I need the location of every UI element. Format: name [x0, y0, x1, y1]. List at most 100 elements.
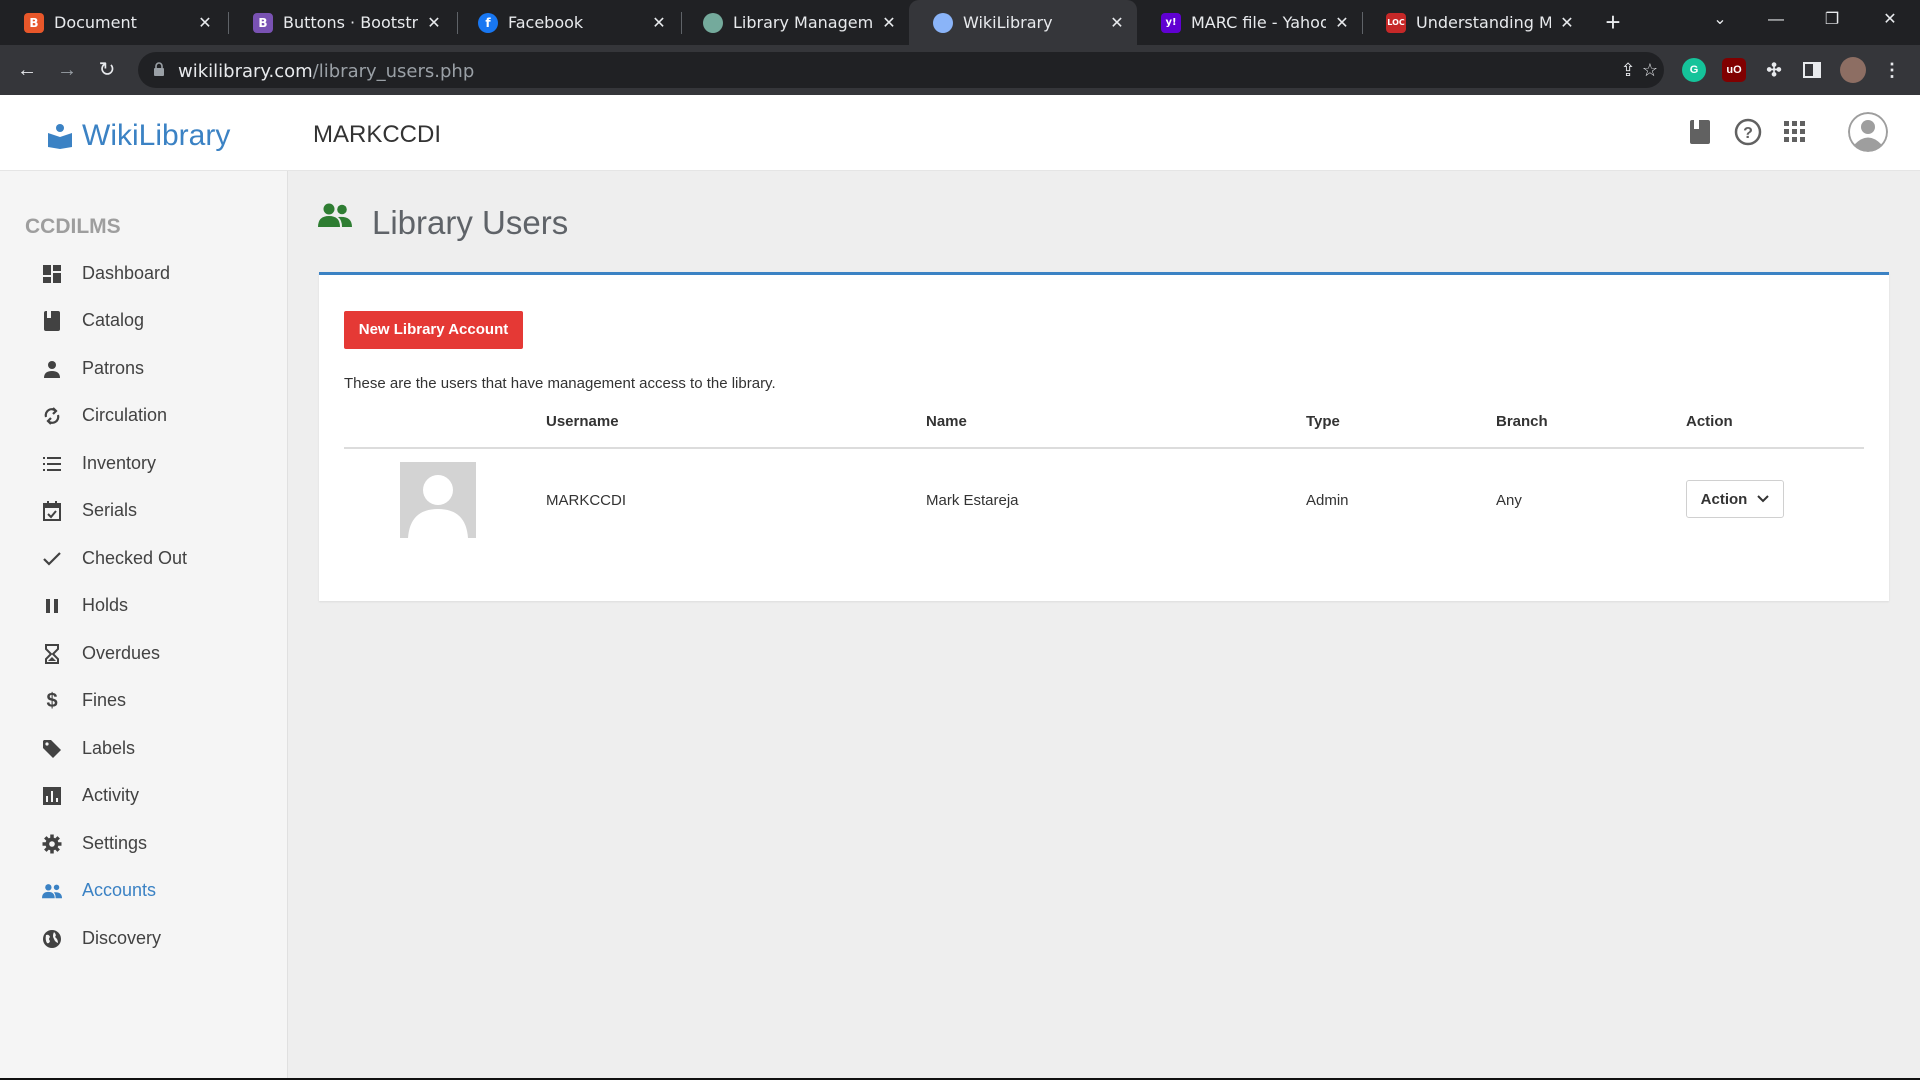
bookmark-star-icon[interactable]: ☆ [1640, 60, 1660, 80]
tab-label: MARC file - Yahoo Se [1191, 13, 1326, 32]
browser-tab[interactable]: Library Management ✕ [679, 0, 909, 45]
close-icon[interactable]: ✕ [197, 13, 213, 32]
sidebar-item-serials[interactable]: Serials [0, 491, 288, 531]
new-tab-plus-icon[interactable]: + [1597, 6, 1629, 38]
sidebar-item-checked-out[interactable]: Checked Out [0, 539, 288, 579]
account-name-title: MARKCCDI [313, 121, 442, 148]
window-close-icon[interactable]: ✕ [1862, 0, 1918, 45]
book-icon[interactable] [1685, 117, 1715, 147]
close-icon[interactable]: ✕ [1334, 13, 1350, 32]
brand-logo[interactable]: WikiLibrary [46, 119, 230, 153]
sidebar-item-activity[interactable]: Activity [0, 776, 288, 816]
sidebar-item-labels[interactable]: Labels [0, 729, 288, 769]
sync-icon [42, 406, 62, 426]
close-icon[interactable]: ✕ [1109, 13, 1125, 32]
chart-icon [42, 786, 62, 806]
browser-tab-active[interactable]: WikiLibrary ✕ [909, 0, 1137, 45]
profile-avatar-icon[interactable] [1840, 57, 1866, 83]
help-icon[interactable]: ? [1733, 117, 1763, 147]
sidebar-item-inventory[interactable]: Inventory [0, 444, 288, 484]
row-action-dropdown-button[interactable]: Action [1686, 480, 1784, 518]
tab-favicon-icon: y! [1161, 12, 1181, 33]
back-arrow-icon[interactable]: ← [11, 54, 43, 86]
sidebar-item-label: Activity [82, 785, 140, 805]
sidebar-item-label: Dashboard [82, 263, 171, 283]
lock-icon [154, 62, 164, 76]
ublock-extension-icon[interactable]: uO [1722, 58, 1746, 82]
sidebar-item-label: Serials [82, 500, 138, 520]
tab-label: Buttons · Bootstrap v [283, 13, 418, 32]
column-header-username: Username [546, 413, 619, 430]
cell-type: Admin [1306, 492, 1349, 509]
apps-grid-icon[interactable] [1780, 117, 1810, 147]
table-header-divider [344, 447, 1864, 449]
extensions-puzzle-icon[interactable]: ✣ [1762, 58, 1786, 82]
url-host: wikilibrary.com [178, 61, 313, 82]
user-avatar-icon[interactable] [1848, 112, 1888, 152]
share-icon[interactable]: ⇪ [1618, 60, 1638, 80]
sidebar-item-label: Accounts [82, 880, 157, 900]
sidebar-item-dashboard[interactable]: Dashboard [0, 254, 288, 294]
check-icon [42, 549, 62, 569]
cell-name: Mark Estareja [926, 492, 1019, 509]
column-header-type: Type [1306, 413, 1340, 430]
restore-icon[interactable]: ❐ [1804, 0, 1860, 45]
sidebar-item-fines[interactable]: $ Fines [0, 681, 288, 721]
sidebar-heading: CCDILMS [25, 215, 121, 238]
calendar-check-icon [42, 501, 62, 521]
close-icon[interactable]: ✕ [651, 13, 667, 32]
sidebar-item-label: Circulation [82, 405, 168, 425]
sidebar-item-discovery[interactable]: Discovery [0, 919, 288, 959]
address-bar[interactable]: wikilibrary.com/library_users.php ⇪ ☆ [138, 52, 1664, 88]
reload-icon[interactable]: ↻ [91, 54, 123, 86]
brand-name: WikiLibrary [82, 119, 231, 152]
browser-tab[interactable]: B Buttons · Bootstrap v ✕ [229, 0, 454, 45]
tab-favicon-icon: B [253, 12, 273, 33]
hourglass-icon [42, 644, 62, 664]
page-title-icon [318, 203, 352, 227]
pause-icon [42, 596, 62, 616]
chevron-down-icon [1757, 495, 1770, 503]
gear-icon [42, 834, 62, 854]
tab-search-chevron-icon[interactable]: ⌄ [1692, 0, 1748, 45]
tag-icon [42, 739, 62, 759]
sidebar-item-circulation[interactable]: Circulation [0, 396, 288, 436]
sidebar-item-label: Patrons [82, 358, 145, 378]
sidebar-item-patrons[interactable]: Patrons [0, 349, 288, 389]
browser-toolbar: ← → ↻ wikilibrary.com/library_users.php … [0, 45, 1920, 95]
sidebar-item-label: Settings [82, 833, 148, 853]
url-path: /library_users.php [312, 61, 475, 82]
tab-favicon-icon [933, 12, 953, 33]
close-icon[interactable]: ✕ [426, 13, 442, 32]
tab-favicon-icon [703, 12, 723, 33]
browser-tab[interactable]: f Facebook ✕ [454, 0, 679, 45]
sidebar-item-overdues[interactable]: Overdues [0, 634, 288, 674]
tab-label: Library Management [733, 13, 873, 32]
sidebar-item-accounts[interactable]: Accounts [0, 871, 288, 911]
sidebar-item-label: Catalog [82, 310, 145, 330]
side-panel-icon[interactable] [1800, 58, 1824, 82]
close-icon[interactable]: ✕ [881, 13, 897, 32]
sidebar-item-holds[interactable]: Holds [0, 586, 288, 626]
sidebar-item-label: Fines [82, 690, 127, 710]
people-icon [42, 881, 62, 901]
tab-label: Facebook [508, 13, 584, 32]
forward-arrow-icon[interactable]: → [51, 54, 83, 86]
column-header-name: Name [926, 413, 967, 430]
tab-favicon-icon: f [478, 12, 498, 33]
column-header-action: Action [1686, 413, 1733, 430]
minimize-icon[interactable]: — [1748, 0, 1804, 45]
menu-kebab-icon[interactable]: ⋮ [1880, 58, 1904, 82]
svg-text:?: ? [1743, 125, 1753, 142]
column-header-branch: Branch [1496, 413, 1548, 430]
grammarly-extension-icon[interactable]: G [1682, 58, 1706, 82]
url-text: wikilibrary.com/library_users.php [178, 61, 474, 82]
browser-tab[interactable]: LOC Understanding MARC ✕ [1362, 0, 1587, 45]
close-icon[interactable]: ✕ [1559, 13, 1575, 32]
browser-tab-strip: B Document ✕ B Buttons · Bootstrap v ✕ f… [0, 0, 1920, 45]
new-library-account-button[interactable]: New Library Account [344, 311, 523, 349]
sidebar-item-settings[interactable]: Settings [0, 824, 288, 864]
browser-tab[interactable]: y! MARC file - Yahoo Se ✕ [1137, 0, 1362, 45]
sidebar-item-catalog[interactable]: Catalog [0, 301, 288, 341]
browser-tab[interactable]: B Document ✕ [0, 0, 225, 45]
